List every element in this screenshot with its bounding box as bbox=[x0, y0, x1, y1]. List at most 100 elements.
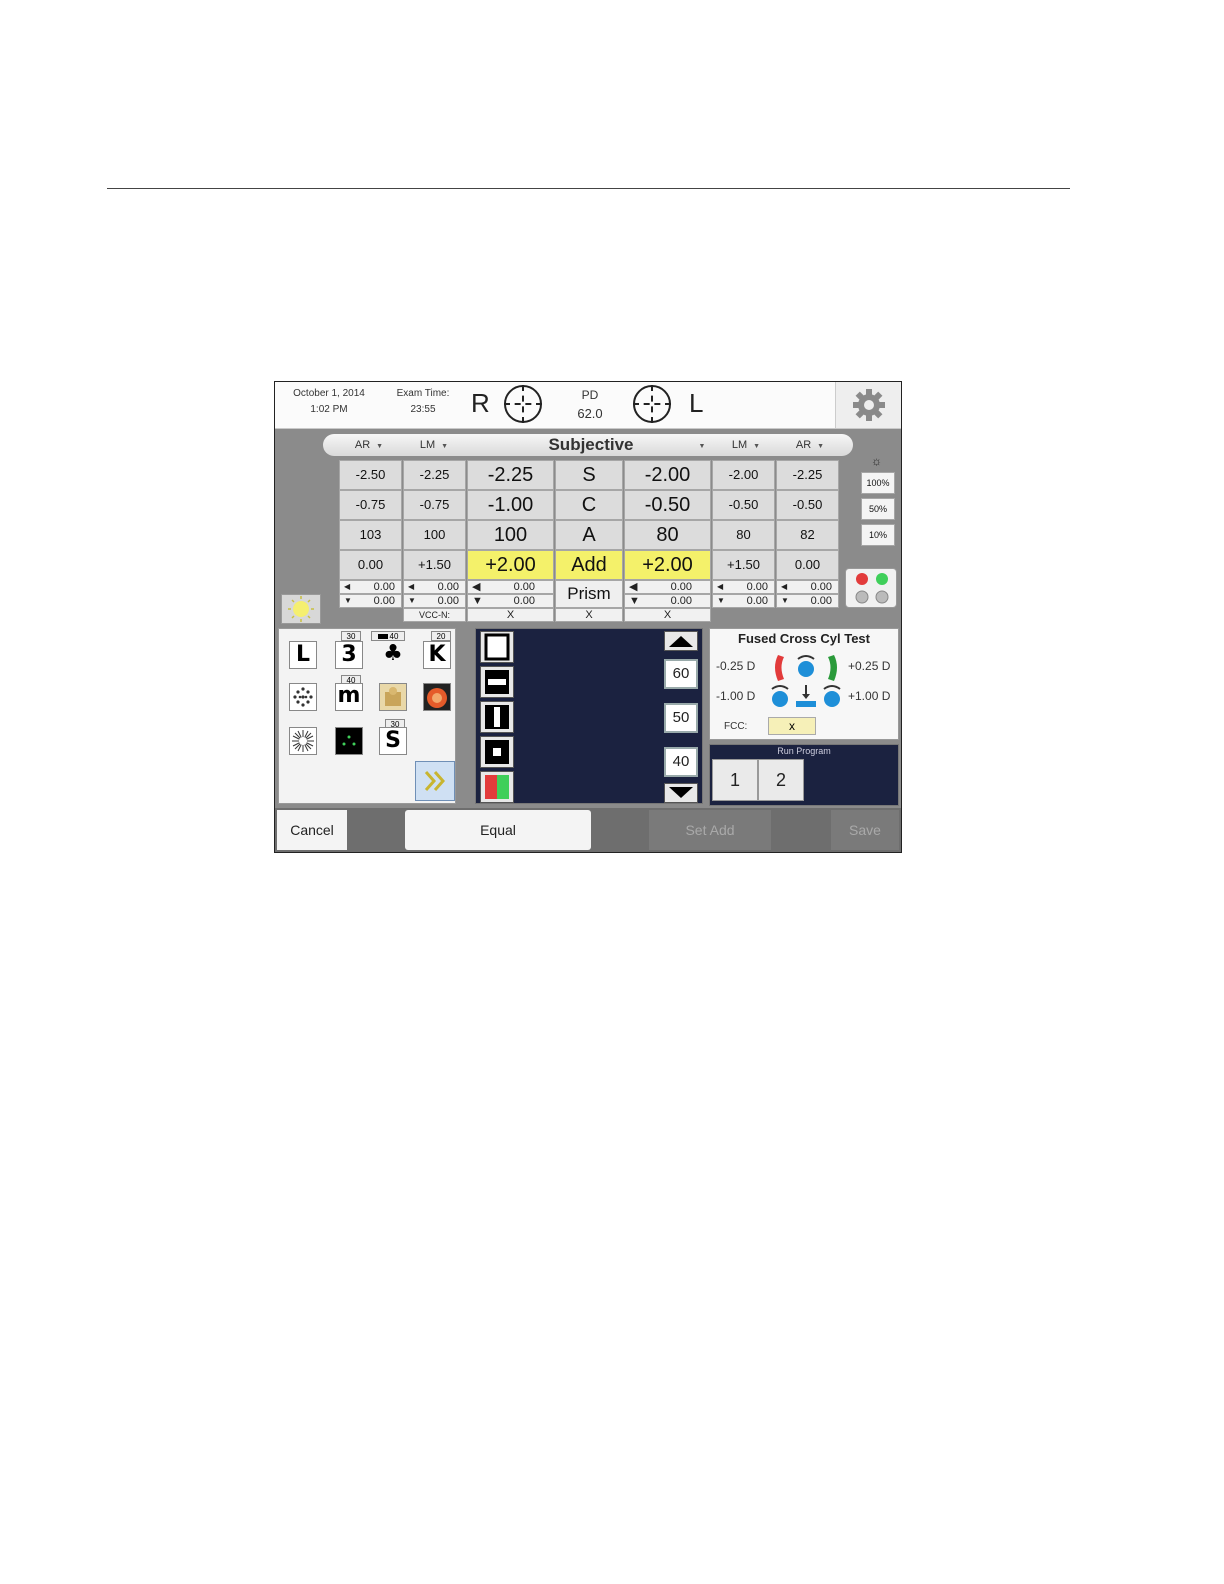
bar-icon bbox=[377, 634, 388, 640]
col-lm-left[interactable]: LM ▼ bbox=[715, 434, 777, 456]
brightness-100-button[interactable]: 100% bbox=[861, 472, 895, 494]
next-page-button[interactable] bbox=[415, 761, 455, 801]
pd-label: PD bbox=[581, 388, 599, 402]
mask-single-button[interactable] bbox=[480, 736, 514, 768]
subj-left-prism-h[interactable]: ◀ 0.00 bbox=[624, 580, 711, 594]
subj-left-cylinder[interactable]: -0.50 bbox=[624, 490, 711, 520]
arrow-down-icon: ▼ bbox=[408, 596, 416, 605]
ar-right-sphere[interactable]: -2.50 bbox=[339, 460, 402, 490]
ar-left-cylinder[interactable]: -0.50 bbox=[776, 490, 839, 520]
pd-value[interactable]: 62.0 bbox=[565, 406, 615, 421]
save-button[interactable]: Save bbox=[831, 810, 899, 850]
mask-vertical-button[interactable] bbox=[480, 701, 514, 733]
col-ar-right-label: AR bbox=[354, 439, 371, 451]
distance-40-button[interactable]: 40 bbox=[664, 747, 698, 777]
phoropter-screen: October 1, 2014 1:02 PM Exam Time: 23:55… bbox=[274, 381, 902, 853]
left-eye-crosshair-icon[interactable] bbox=[633, 385, 671, 423]
ar-right-prism-h[interactable]: ◀ 0.00 bbox=[339, 580, 402, 594]
chevron-down-icon: ▼ bbox=[441, 443, 449, 450]
prism-value: 0.00 bbox=[437, 581, 459, 593]
ar-left-sphere[interactable]: -2.25 bbox=[776, 460, 839, 490]
distance-50-button[interactable]: 50 bbox=[664, 703, 698, 733]
subj-right-axis[interactable]: 100 bbox=[467, 520, 554, 550]
tree-icon: ♣ bbox=[383, 641, 403, 666]
ar-left-axis[interactable]: 82 bbox=[776, 520, 839, 550]
chart-letter-m-button[interactable]: m bbox=[335, 683, 363, 711]
mask-full-button[interactable] bbox=[480, 631, 514, 663]
fcc-red-green-icon[interactable] bbox=[770, 651, 842, 685]
scroll-up-button[interactable] bbox=[664, 631, 698, 651]
subj-left-axis[interactable]: 80 bbox=[624, 520, 711, 550]
lm-left-add[interactable]: +1.50 bbox=[712, 550, 775, 580]
mask-red-green-button[interactable] bbox=[480, 771, 514, 803]
subj-right-add[interactable]: +2.00 bbox=[467, 550, 554, 580]
subj-right-prism-v[interactable]: ▼ 0.00 bbox=[467, 594, 554, 608]
ar-left-prism-h[interactable]: ◀ 0.00 bbox=[776, 580, 839, 594]
chart-starburst-button[interactable] bbox=[289, 727, 317, 755]
chart-tree-button[interactable]: ♣ bbox=[379, 641, 407, 669]
fcc-blue-dots-icon[interactable] bbox=[770, 683, 842, 711]
subj-left-sphere[interactable]: -2.00 bbox=[624, 460, 711, 490]
chart-worth-dots-button[interactable] bbox=[335, 727, 363, 755]
vcc-left[interactable]: X bbox=[624, 608, 711, 622]
ar-right-add[interactable]: 0.00 bbox=[339, 550, 402, 580]
exam-time-label: Exam Time: bbox=[396, 388, 450, 399]
cancel-button[interactable]: Cancel bbox=[277, 810, 347, 850]
arrow-left-icon: ◀ bbox=[472, 581, 481, 593]
chart-number-3-button[interactable]: 3 bbox=[335, 641, 363, 669]
chart-dots-button[interactable] bbox=[289, 683, 317, 711]
lm-right-add[interactable]: +1.50 bbox=[403, 550, 466, 580]
fcc-value-field[interactable]: x bbox=[768, 717, 816, 735]
mask-horizontal-button[interactable] bbox=[480, 666, 514, 698]
col-ar-left[interactable]: AR ▼ bbox=[779, 434, 841, 456]
lm-left-sphere[interactable]: -2.00 bbox=[712, 460, 775, 490]
ar-left-add[interactable]: 0.00 bbox=[776, 550, 839, 580]
chart-picture-button[interactable] bbox=[379, 683, 407, 711]
brightness-50-button[interactable]: 50% bbox=[861, 498, 895, 520]
col-subjective[interactable]: Subjective bbox=[469, 434, 713, 456]
subj-left-add[interactable]: +2.00 bbox=[624, 550, 711, 580]
vcc-both[interactable]: X bbox=[555, 608, 623, 622]
ar-right-cylinder[interactable]: -0.75 bbox=[339, 490, 402, 520]
chart-eye-button[interactable] bbox=[423, 683, 451, 711]
ar-left-prism-v[interactable]: ▼ 0.00 bbox=[776, 594, 839, 608]
light-toggle-button[interactable] bbox=[281, 594, 321, 624]
number-3: 3 bbox=[341, 642, 357, 667]
lm-right-sphere[interactable]: -2.25 bbox=[403, 460, 466, 490]
arrow-down-icon: ▼ bbox=[344, 596, 352, 605]
lm-right-prism-v[interactable]: ▼ 0.00 bbox=[403, 594, 466, 608]
brightness-10-button[interactable]: 10% bbox=[861, 524, 895, 546]
lm-right-cylinder[interactable]: -0.75 bbox=[403, 490, 466, 520]
subj-right-cylinder[interactable]: -1.00 bbox=[467, 490, 554, 520]
ar-right-axis[interactable]: 103 bbox=[339, 520, 402, 550]
lm-right-axis[interactable]: 100 bbox=[403, 520, 466, 550]
settings-button[interactable] bbox=[835, 382, 901, 428]
lm-left-axis[interactable]: 80 bbox=[712, 520, 775, 550]
vcc-label: VCC-N: bbox=[403, 608, 466, 622]
chevron-down-icon[interactable]: ▼ bbox=[695, 434, 709, 456]
set-add-button[interactable]: Set Add bbox=[649, 810, 771, 850]
subj-right-sphere[interactable]: -2.25 bbox=[467, 460, 554, 490]
chart-letter-K-button[interactable]: K bbox=[423, 641, 451, 669]
lm-left-prism-h[interactable]: ◀ 0.00 bbox=[712, 580, 775, 594]
col-ar-right[interactable]: AR ▼ bbox=[339, 434, 399, 456]
lm-right-prism-h[interactable]: ◀ 0.00 bbox=[403, 580, 466, 594]
chart-letter-S-button[interactable]: S bbox=[379, 727, 407, 755]
chart-letter-L-button[interactable]: L bbox=[289, 641, 317, 669]
right-eye-crosshair-icon[interactable] bbox=[504, 385, 542, 423]
col-lm-right[interactable]: LM ▼ bbox=[403, 434, 465, 456]
bottom-toolbar: Cancel Equal Set Add Save bbox=[275, 808, 901, 852]
program-1-button[interactable]: 1 bbox=[712, 759, 758, 801]
lm-left-cylinder[interactable]: -0.50 bbox=[712, 490, 775, 520]
equal-button[interactable]: Equal bbox=[405, 810, 591, 850]
subj-left-prism-v[interactable]: ▼ 0.00 bbox=[624, 594, 711, 608]
arrow-down-icon bbox=[669, 787, 693, 798]
subj-right-prism-h[interactable]: ◀ 0.00 bbox=[467, 580, 554, 594]
scroll-down-button[interactable] bbox=[664, 783, 698, 803]
lm-left-prism-v[interactable]: ▼ 0.00 bbox=[712, 594, 775, 608]
program-2-button[interactable]: 2 bbox=[758, 759, 804, 801]
red-green-test-button[interactable] bbox=[845, 568, 897, 608]
distance-60-button[interactable]: 60 bbox=[664, 659, 698, 689]
vcc-right[interactable]: X bbox=[467, 608, 554, 622]
ar-right-prism-v[interactable]: ▼ 0.00 bbox=[339, 594, 402, 608]
